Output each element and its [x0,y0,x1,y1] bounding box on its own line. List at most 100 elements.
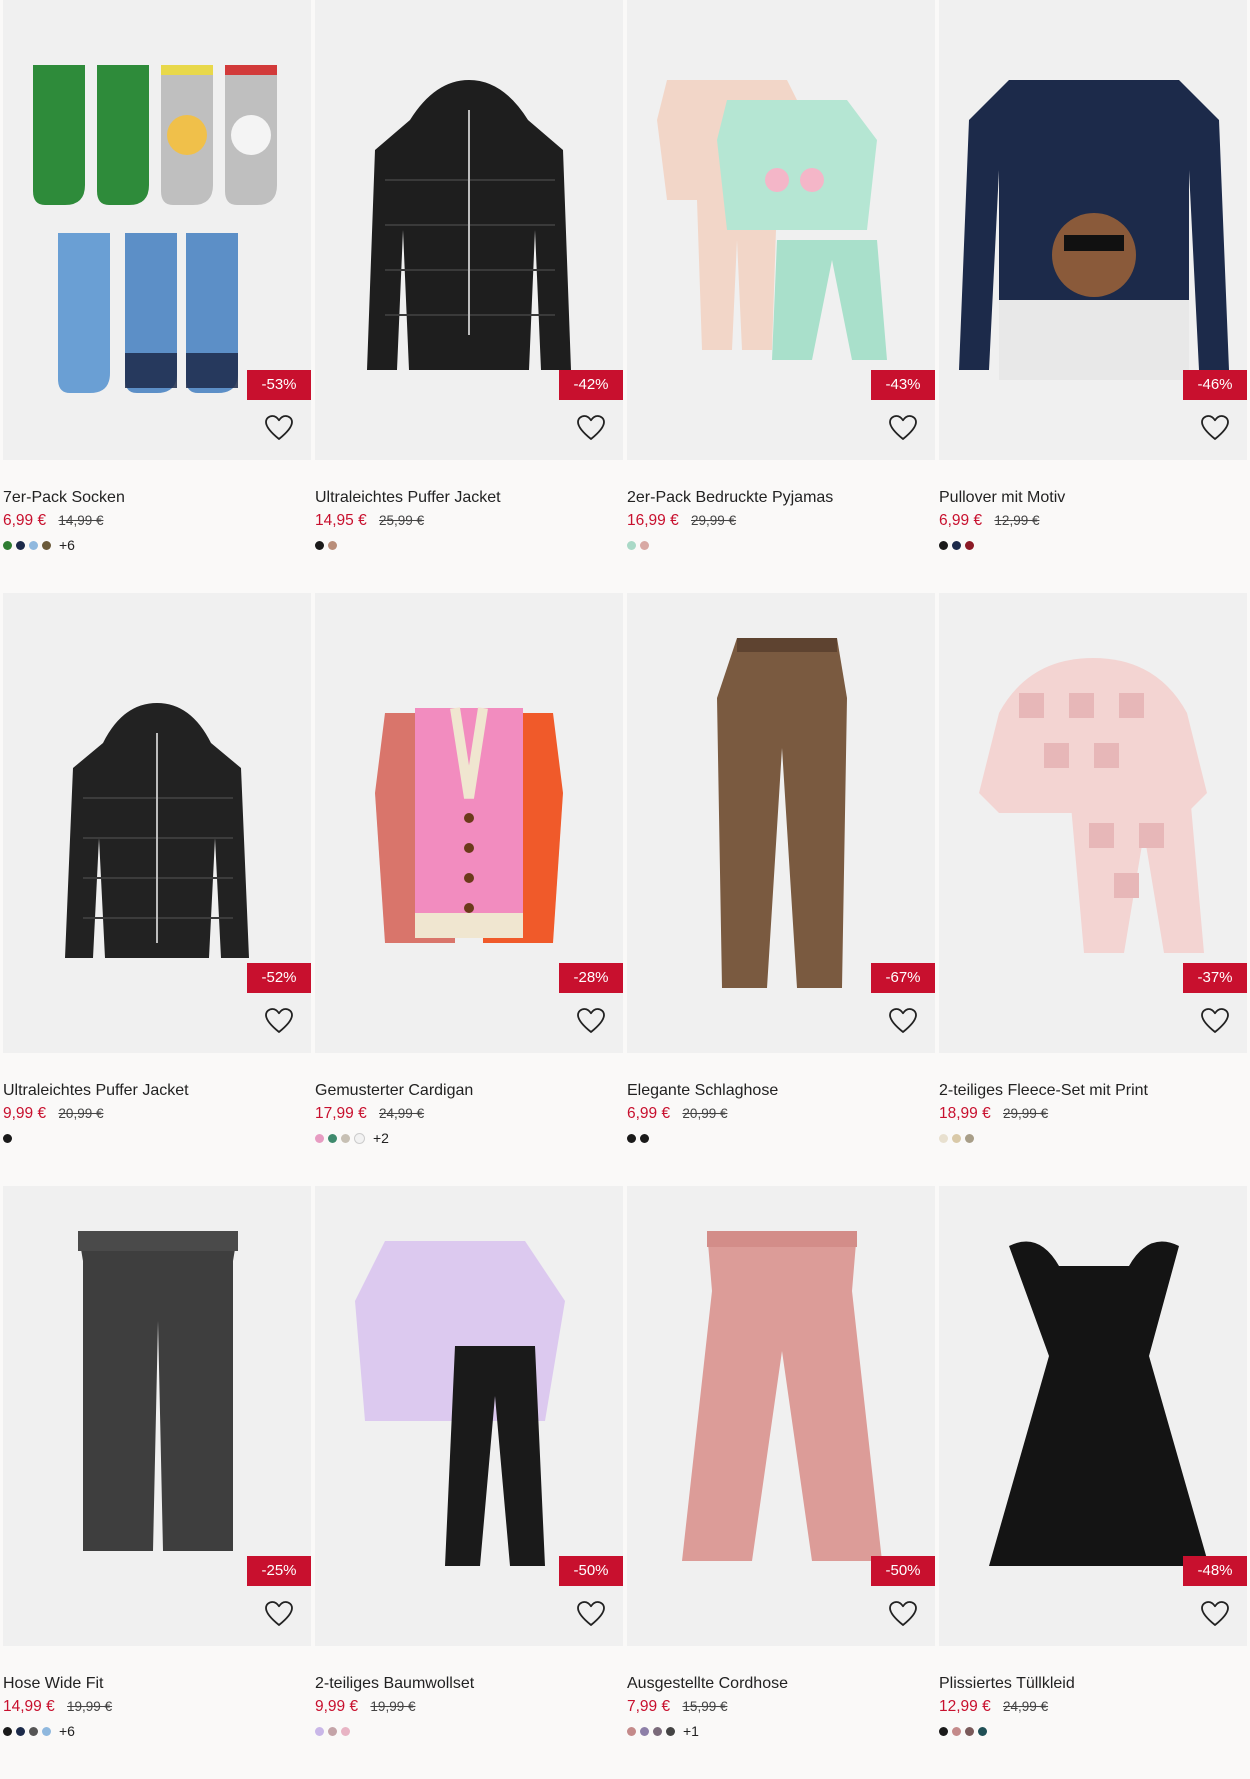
product-card[interactable]: -42% Ultraleichtes Puffer Jacket 14,95 €… [315,0,623,593]
color-swatch[interactable] [939,1133,948,1143]
color-swatch[interactable] [29,540,38,550]
product-name[interactable]: Plissiertes Tüllkleid [939,1673,1247,1695]
product-card[interactable]: -48% Plissiertes Tüllkleid 12,99 € 24,99… [939,1186,1247,1779]
color-swatch[interactable] [939,540,948,550]
original-price: 29,99 € [1003,1106,1049,1121]
heart-icon[interactable] [575,1005,607,1037]
color-swatch[interactable] [42,1726,51,1736]
product-info: Ausgestellte Cordhose 7,99 € 15,99 € +1 [627,1646,935,1743]
color-swatch[interactable] [952,540,961,550]
heart-icon[interactable] [575,412,607,444]
color-swatch[interactable] [627,540,636,550]
color-swatch[interactable] [16,1726,25,1736]
product-card[interactable]: -67% Elegante Schlaghose 6,99 € 20,99 € [627,593,935,1186]
discount-badge: -37% [1183,963,1247,993]
heart-icon[interactable] [887,412,919,444]
product-image[interactable]: -48% [939,1186,1247,1646]
color-swatch[interactable] [627,1133,636,1143]
color-swatch[interactable] [965,1133,974,1143]
color-swatch[interactable] [627,1726,636,1736]
color-swatch[interactable] [640,540,649,550]
color-swatch[interactable] [341,1726,350,1736]
product-name[interactable]: 2-teiliges Baumwollset [315,1673,623,1695]
color-swatch[interactable] [29,1726,38,1736]
product-card[interactable]: -53% 7er-Pack Socken 6,99 € 14,99 € +6 [3,0,311,593]
heart-icon[interactable] [887,1598,919,1630]
more-colors-count[interactable]: +6 [59,1723,75,1739]
product-name[interactable]: Ultraleichtes Puffer Jacket [315,487,623,509]
discount-badge: -43% [871,370,935,400]
product-name[interactable]: 2er-Pack Bedruckte Pyjamas [627,487,935,509]
more-colors-count[interactable]: +2 [373,1130,389,1146]
product-image[interactable]: -46% [939,0,1247,460]
heart-icon[interactable] [1199,1005,1231,1037]
product-info: 2er-Pack Bedruckte Pyjamas 16,99 € 29,99… [627,460,935,557]
heart-icon[interactable] [1199,412,1231,444]
product-prices: 6,99 € 20,99 € [627,1102,935,1126]
color-swatch[interactable] [3,540,12,550]
heart-icon[interactable] [1199,1598,1231,1630]
color-swatch[interactable] [978,1726,987,1736]
color-swatches [627,533,935,557]
product-image[interactable]: -67% [627,593,935,1053]
heart-icon[interactable] [887,1005,919,1037]
color-swatch[interactable] [939,1726,948,1736]
product-card[interactable]: -25% Hose Wide Fit 14,99 € 19,99 € +6 [3,1186,311,1779]
product-card[interactable]: -43% 2er-Pack Bedruckte Pyjamas 16,99 € … [627,0,935,593]
color-swatch[interactable] [328,1133,337,1143]
heart-icon[interactable] [263,1598,295,1630]
more-colors-count[interactable]: +6 [59,537,75,553]
product-image[interactable]: -50% [315,1186,623,1646]
color-swatch[interactable] [315,1133,324,1143]
color-swatch[interactable] [328,1726,337,1736]
color-swatch[interactable] [640,1726,649,1736]
product-name[interactable]: Ausgestellte Cordhose [627,1673,935,1695]
product-card[interactable]: -50% 2-teiliges Baumwollset 9,99 € 19,99… [315,1186,623,1779]
color-swatch[interactable] [341,1133,350,1143]
color-swatch[interactable] [666,1726,675,1736]
more-colors-count[interactable]: +1 [683,1723,699,1739]
product-image[interactable]: -37% [939,593,1247,1053]
product-image[interactable]: -52% [3,593,311,1053]
original-price: 20,99 € [682,1106,728,1121]
product-info: Hose Wide Fit 14,99 € 19,99 € +6 [3,1646,311,1743]
color-swatch[interactable] [965,1726,974,1736]
color-swatch[interactable] [315,1726,324,1736]
color-swatch[interactable] [328,540,337,550]
color-swatch[interactable] [952,1726,961,1736]
product-name[interactable]: Gemusterter Cardigan [315,1080,623,1102]
product-image[interactable]: -43% [627,0,935,460]
product-card[interactable]: -28% Gemusterter Cardigan 17,99 € 24,99 … [315,593,623,1186]
sale-price: 6,99 € [939,512,983,529]
product-card[interactable]: -50% Ausgestellte Cordhose 7,99 € 15,99 … [627,1186,935,1779]
product-name[interactable]: Elegante Schlaghose [627,1080,935,1102]
heart-icon[interactable] [263,412,295,444]
color-swatch[interactable] [42,540,51,550]
product-name[interactable]: 2-teiliges Fleece-Set mit Print [939,1080,1247,1102]
product-name[interactable]: Ultraleichtes Puffer Jacket [3,1080,311,1102]
color-swatch[interactable] [965,540,974,550]
product-name[interactable]: Pullover mit Motiv [939,487,1247,509]
color-swatch[interactable] [653,1726,662,1736]
color-swatch[interactable] [16,540,25,550]
color-swatches [939,1126,1247,1150]
product-name[interactable]: 7er-Pack Socken [3,487,311,509]
product-info: Ultraleichtes Puffer Jacket 9,99 € 20,99… [3,1053,311,1150]
product-image[interactable]: -25% [3,1186,311,1646]
product-image[interactable]: -53% [3,0,311,460]
color-swatch[interactable] [3,1726,12,1736]
color-swatch[interactable] [640,1133,649,1143]
product-image[interactable]: -42% [315,0,623,460]
product-card[interactable]: -37% 2-teiliges Fleece-Set mit Print 18,… [939,593,1247,1186]
product-name[interactable]: Hose Wide Fit [3,1673,311,1695]
product-card[interactable]: -46% Pullover mit Motiv 6,99 € 12,99 € [939,0,1247,593]
color-swatch[interactable] [3,1133,12,1143]
color-swatch[interactable] [354,1132,365,1144]
product-image[interactable]: -28% [315,593,623,1053]
heart-icon[interactable] [575,1598,607,1630]
product-card[interactable]: -52% Ultraleichtes Puffer Jacket 9,99 € … [3,593,311,1186]
heart-icon[interactable] [263,1005,295,1037]
color-swatch[interactable] [952,1133,961,1143]
product-image[interactable]: -50% [627,1186,935,1646]
color-swatch[interactable] [315,540,324,550]
